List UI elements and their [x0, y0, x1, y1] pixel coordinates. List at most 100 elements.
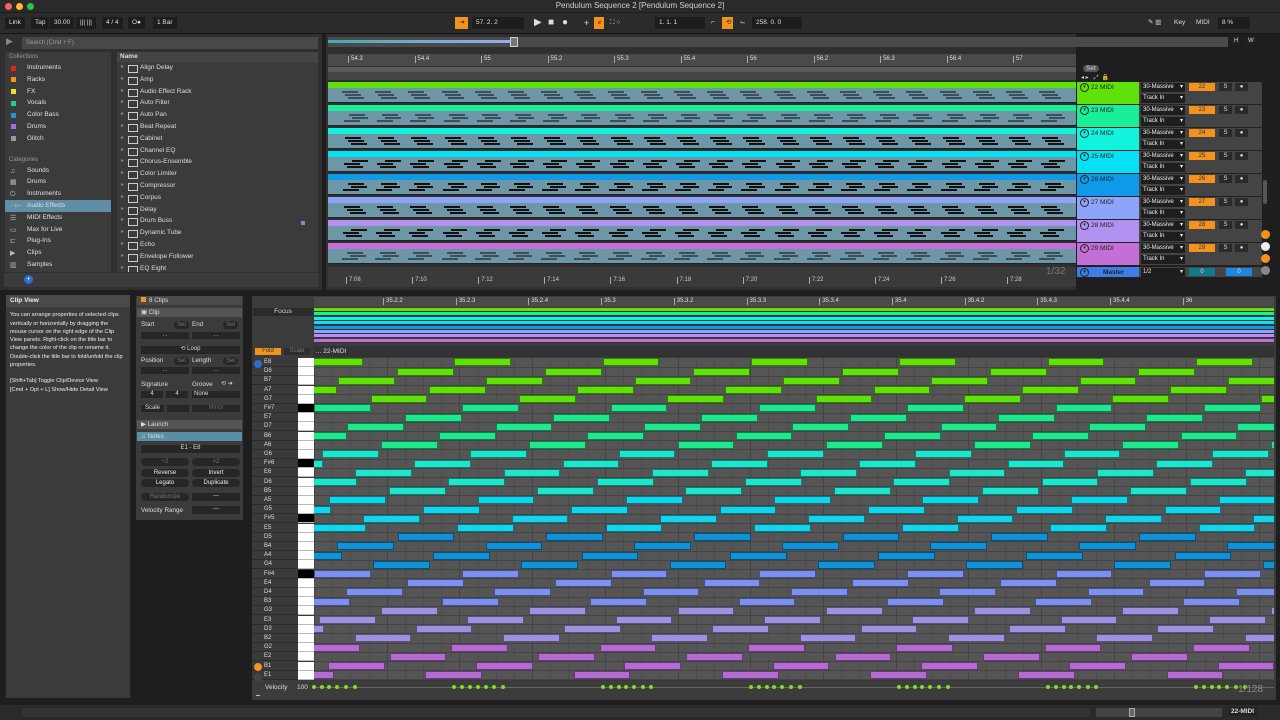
- velocity-marker[interactable]: [797, 685, 802, 689]
- track-header[interactable]: 27 MIDI30-Massive Track In 27 S●: [1077, 197, 1262, 220]
- midi-note[interactable]: [1211, 450, 1269, 459]
- end-set-button[interactable]: Set: [223, 321, 238, 329]
- track-header[interactable]: 29 MIDI30-Massive Track In 29 S●: [1077, 243, 1262, 266]
- midi-note[interactable]: [314, 358, 363, 367]
- track-activator-button[interactable]: 29: [1189, 244, 1215, 252]
- midi-note[interactable]: [457, 523, 514, 532]
- clip-overview-lane[interactable]: [314, 330, 1274, 334]
- midi-note[interactable]: [380, 441, 438, 450]
- midi-note[interactable]: [1235, 588, 1274, 597]
- midi-note[interactable]: [1055, 404, 1113, 413]
- midi-note[interactable]: [441, 597, 499, 606]
- midi-note[interactable]: [1245, 468, 1274, 477]
- piano-key[interactable]: [298, 542, 314, 551]
- loop-switch[interactable]: ⟲: [722, 17, 733, 29]
- midi-note[interactable]: [841, 367, 899, 376]
- midi-note[interactable]: [1203, 569, 1261, 578]
- midi-note[interactable]: [792, 422, 850, 431]
- track-input-dropdown[interactable]: Track In: [1141, 117, 1185, 126]
- midi-note[interactable]: [587, 431, 645, 440]
- midi-note[interactable]: [314, 643, 360, 652]
- song-position-field[interactable]: 57. 2. 2: [472, 17, 524, 29]
- midi-note[interactable]: [618, 450, 676, 459]
- browser-item[interactable]: Chorus-Ensemble: [117, 156, 318, 168]
- velocity-marker[interactable]: [920, 685, 925, 689]
- track-header[interactable]: 25 MIDI30-Massive Track In 25 S●: [1077, 151, 1262, 174]
- arm-icon[interactable]: ●: [1235, 83, 1248, 91]
- midi-note[interactable]: [1114, 560, 1172, 569]
- midi-note[interactable]: [553, 413, 610, 422]
- browser-item[interactable]: EQ Eight: [117, 263, 318, 272]
- midi-note[interactable]: [701, 413, 759, 422]
- midi-note[interactable]: [605, 523, 663, 532]
- scale-button[interactable]: Scale: [141, 405, 164, 412]
- piano-key[interactable]: [298, 422, 314, 432]
- midi-note[interactable]: [800, 468, 858, 477]
- velocity-marker[interactable]: [475, 685, 480, 689]
- position-set-button[interactable]: Set: [174, 357, 189, 365]
- midi-note[interactable]: [860, 625, 918, 634]
- midi-note[interactable]: [721, 671, 779, 680]
- sends-toggle-icon[interactable]: [1261, 242, 1270, 251]
- arrangement-track-lane[interactable]: [328, 151, 1076, 174]
- midi-note[interactable]: [1203, 404, 1261, 413]
- midi-note[interactable]: [931, 376, 988, 385]
- browser-item[interactable]: Compressor: [117, 180, 318, 192]
- velocity-marker[interactable]: [937, 685, 942, 689]
- piano-key[interactable]: [298, 367, 314, 377]
- arrangement-track-lane[interactable]: [328, 220, 1076, 243]
- midi-note[interactable]: [529, 441, 586, 450]
- midi-note[interactable]: [669, 560, 727, 569]
- piano-key[interactable]: [298, 459, 314, 469]
- groove-dropdown[interactable]: None: [192, 391, 240, 398]
- velocity-marker[interactable]: [905, 685, 910, 689]
- midi-note[interactable]: [1219, 496, 1274, 505]
- velocity-marker[interactable]: [312, 685, 316, 689]
- midi-note[interactable]: [503, 634, 560, 643]
- midi-note[interactable]: [562, 459, 620, 468]
- midi-note[interactable]: [389, 652, 447, 661]
- detail-scroll-handle[interactable]: [1129, 708, 1135, 717]
- midi-clip-body[interactable]: [328, 157, 1076, 172]
- midi-note[interactable]: [834, 652, 892, 661]
- midi-note[interactable]: [782, 376, 840, 385]
- midi-note[interactable]: [314, 579, 316, 588]
- midi-note[interactable]: [1217, 661, 1274, 670]
- track-name[interactable]: 24 MIDI: [1077, 128, 1139, 150]
- track-header[interactable]: 26 MIDI30-Massive Track In 26 S●: [1077, 174, 1262, 197]
- velocity-lane[interactable]: Velocity 100: [252, 681, 1274, 695]
- midi-note[interactable]: [1227, 376, 1274, 385]
- piano-key[interactable]: [298, 413, 314, 423]
- midi-note[interactable]: [1270, 606, 1274, 615]
- clip-overview-lane[interactable]: [314, 338, 1274, 343]
- midi-note[interactable]: [428, 385, 486, 394]
- midi-note[interactable]: [314, 523, 366, 532]
- track-input-dropdown[interactable]: Track In: [1141, 140, 1185, 149]
- velocity-marker[interactable]: [1217, 685, 1222, 689]
- midi-note[interactable]: [519, 395, 576, 404]
- category-item[interactable]: ▥ Samples: [5, 259, 111, 271]
- midi-note[interactable]: [555, 579, 613, 588]
- midi-note[interactable]: [642, 588, 700, 597]
- midi-note[interactable]: [725, 385, 783, 394]
- midi-note[interactable]: [907, 569, 964, 578]
- set-button[interactable]: Set: [1083, 65, 1099, 72]
- midi-note[interactable]: [337, 376, 395, 385]
- midi-note[interactable]: [415, 625, 473, 634]
- piano-key[interactable]: [298, 634, 314, 643]
- midi-note[interactable]: [327, 661, 385, 670]
- track-device-dropdown[interactable]: 30-Massive: [1141, 198, 1185, 207]
- midi-note[interactable]: [912, 615, 970, 624]
- midi-note[interactable]: [477, 496, 535, 505]
- track-activator-button[interactable]: 27: [1189, 198, 1215, 206]
- velocity-marker[interactable]: [1085, 685, 1090, 689]
- midi-note[interactable]: [314, 505, 332, 514]
- midi-note[interactable]: [495, 422, 553, 431]
- velocity-marker[interactable]: [623, 685, 628, 689]
- midi-note[interactable]: [314, 597, 351, 606]
- piano-key[interactable]: [298, 514, 314, 524]
- track-activator-button[interactable]: 22: [1189, 83, 1215, 91]
- midi-note[interactable]: [1063, 450, 1121, 459]
- velocity-marker[interactable]: [631, 685, 636, 689]
- midi-note[interactable]: [1183, 597, 1241, 606]
